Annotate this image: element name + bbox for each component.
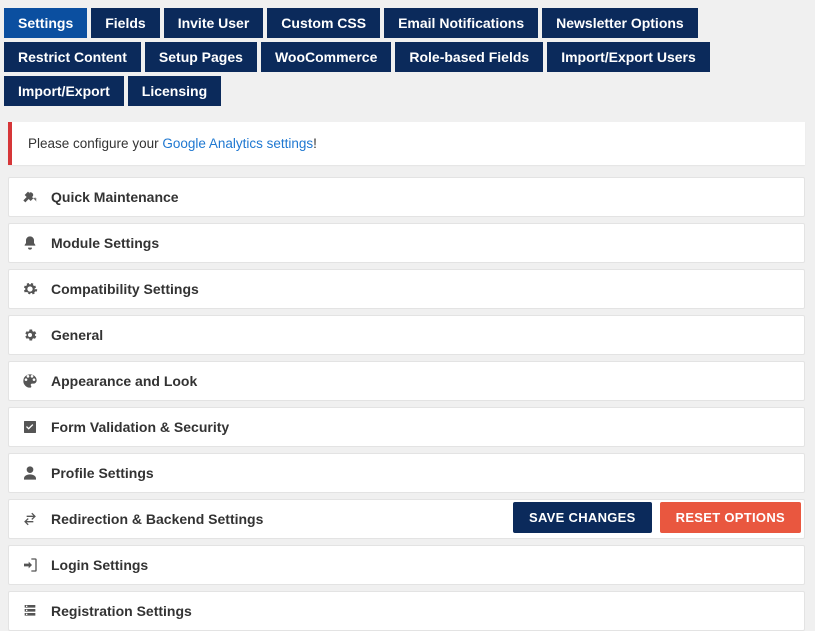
panel-module-settings[interactable]: Module Settings xyxy=(8,223,805,263)
panel-label: Profile Settings xyxy=(51,465,154,481)
tab-bar: SettingsFieldsInvite UserCustom CSSEmail… xyxy=(0,0,815,106)
tab-restrict-content[interactable]: Restrict Content xyxy=(4,42,141,72)
panel-login-settings[interactable]: Login Settings xyxy=(8,545,805,585)
login-icon xyxy=(21,556,39,574)
notice-prefix: Please configure your xyxy=(28,136,162,151)
panel-label: Appearance and Look xyxy=(51,373,197,389)
action-bar: SAVE CHANGES RESET OPTIONS xyxy=(513,502,801,533)
settings-panels: Quick Maintenance Module Settings Compatib… xyxy=(8,177,805,631)
panel-compatibility-settings[interactable]: Compatibility Settings xyxy=(8,269,805,309)
panel-label: Form Validation & Security xyxy=(51,419,229,435)
tab-woocommerce[interactable]: WooCommerce xyxy=(261,42,391,72)
tab-role-based-fields[interactable]: Role-based Fields xyxy=(395,42,543,72)
panel-profile-settings[interactable]: Profile Settings xyxy=(8,453,805,493)
panel-label: Login Settings xyxy=(51,557,148,573)
check-square-icon xyxy=(21,418,39,436)
save-button[interactable]: SAVE CHANGES xyxy=(513,502,652,533)
cogs-icon xyxy=(21,280,39,298)
form-icon xyxy=(21,602,39,620)
panel-label: General xyxy=(51,327,103,343)
panel-appearance-and-look[interactable]: Appearance and Look xyxy=(8,361,805,401)
notice-link[interactable]: Google Analytics settings xyxy=(162,136,313,151)
reset-button[interactable]: RESET OPTIONS xyxy=(660,502,801,533)
panel-label: Registration Settings xyxy=(51,603,192,619)
panel-label: Quick Maintenance xyxy=(51,189,179,205)
panel-quick-maintenance[interactable]: Quick Maintenance xyxy=(8,177,805,217)
notice-suffix: ! xyxy=(313,136,317,151)
user-icon xyxy=(21,464,39,482)
tab-invite-user[interactable]: Invite User xyxy=(164,8,264,38)
panel-general[interactable]: General xyxy=(8,315,805,355)
gear-icon xyxy=(21,326,39,344)
tab-import-export[interactable]: Import/Export xyxy=(4,76,124,106)
panel-registration-settings[interactable]: Registration Settings xyxy=(8,591,805,631)
panel-label: Module Settings xyxy=(51,235,159,251)
tab-licensing[interactable]: Licensing xyxy=(128,76,221,106)
tab-custom-css[interactable]: Custom CSS xyxy=(267,8,380,38)
palette-icon xyxy=(21,372,39,390)
tab-email-notifications[interactable]: Email Notifications xyxy=(384,8,538,38)
bell-icon xyxy=(21,234,39,252)
tab-fields[interactable]: Fields xyxy=(91,8,159,38)
tab-setup-pages[interactable]: Setup Pages xyxy=(145,42,257,72)
panel-label: Redirection & Backend Settings xyxy=(51,511,263,527)
tab-newsletter-options[interactable]: Newsletter Options xyxy=(542,8,698,38)
panel-label: Compatibility Settings xyxy=(51,281,199,297)
tab-settings[interactable]: Settings xyxy=(4,8,87,38)
tab-import-export-users[interactable]: Import/Export Users xyxy=(547,42,710,72)
config-notice: Please configure your Google Analytics s… xyxy=(8,122,805,165)
arrows-icon xyxy=(21,510,39,528)
tools-icon xyxy=(21,188,39,206)
panel-form-validation-security[interactable]: Form Validation & Security xyxy=(8,407,805,447)
